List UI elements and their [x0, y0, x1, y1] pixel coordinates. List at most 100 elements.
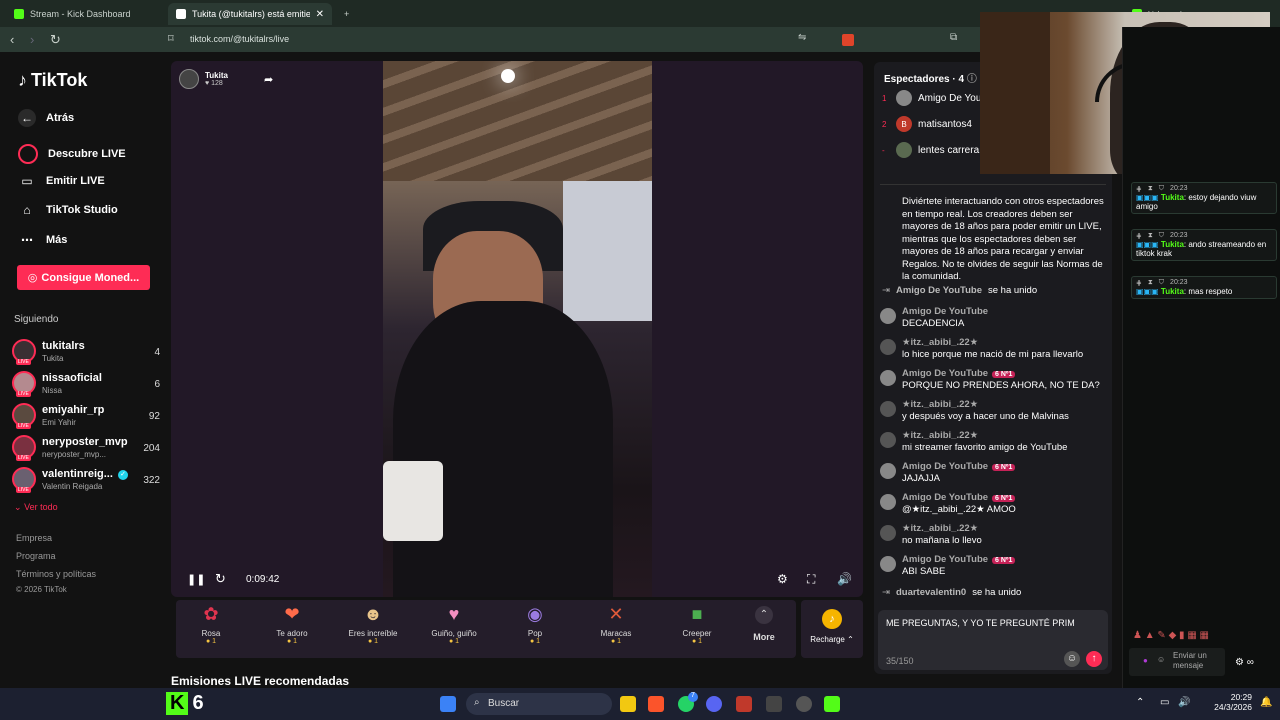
app-icon[interactable] [766, 696, 782, 712]
viewer-item[interactable]: 1 Amigo De YouT [882, 88, 988, 108]
taskbar-search[interactable]: ⌕ Buscar [466, 693, 612, 715]
gift-creeper[interactable]: ■ Creeper ● 1 [662, 604, 732, 645]
extensions-icon[interactable]: ⧉ [950, 32, 957, 43]
settings-icon[interactable]: ⚙ ∞ [1235, 657, 1254, 668]
live-video-player[interactable]: Tukita ♥ 128 ➦ ❚❚ ↻ 0:09:42 ⚙ ⛶ 🔊 [171, 61, 863, 597]
chat-user[interactable]: duartevalentin0 [896, 587, 966, 598]
close-tab-icon[interactable]: ✕ [316, 9, 324, 20]
kick-username[interactable]: Tukita [1161, 193, 1184, 202]
chevron-up-icon[interactable]: ⌃ [1136, 697, 1144, 708]
more-gifts-button[interactable]: ⌃ More [732, 604, 796, 642]
brave-shield-icon[interactable] [842, 34, 854, 46]
kick-username[interactable]: Tukita [1161, 287, 1184, 296]
url-field[interactable]: tiktok.com/@tukitalrs/live [190, 34, 289, 44]
obs-icon[interactable] [824, 696, 840, 712]
reload-icon[interactable]: ↻ [50, 32, 61, 48]
volume-icon[interactable]: 🔊 [1178, 697, 1190, 708]
chat-user[interactable]: Amigo De YouTube [896, 285, 982, 296]
copyright: © 2026 TikTok [16, 585, 67, 594]
info-icon[interactable]: ⓘ [967, 74, 977, 85]
chat-user[interactable]: Amigo De YouTube [902, 306, 988, 317]
following-item[interactable]: LIVE emiyahir_rp Emi Yahir 92 [12, 403, 162, 431]
get-coins-button[interactable]: ◎ Consigue Moned... [17, 265, 150, 290]
viewer-count: 4 [154, 347, 160, 358]
windows-start-icon[interactable] [440, 696, 456, 712]
streamer-info[interactable]: Tukita ♥ 128 ➦ [179, 69, 273, 89]
gift-cost: ● 1 [691, 638, 703, 645]
kick-message-input[interactable]: ● ☺ Enviar un mensaje [1129, 648, 1225, 676]
notification-icon[interactable]: 🔔 [1260, 697, 1272, 708]
plus-icon: + [344, 9, 350, 19]
gift-rosa[interactable]: ✿ Rosa ● 1 [176, 604, 246, 645]
chat-input-field[interactable]: ME PREGUNTAS, Y YO TE PREGUNTÉ PRIM [886, 618, 1075, 628]
nav-emitir-live[interactable]: ▭ Emitir LIVE [18, 174, 104, 188]
chat-user[interactable]: ★itz._abibi_.22★ [902, 337, 978, 348]
clock[interactable]: 20:29 24/3/2026 [1208, 692, 1252, 712]
emoji-icon[interactable]: ☺ [1064, 651, 1080, 667]
footer-link-terms[interactable]: Términos y políticas [16, 569, 96, 579]
pause-icon[interactable]: ❚❚ [187, 573, 205, 586]
bookmark-icon[interactable]: ⌑ [168, 32, 174, 45]
settings-icon[interactable]: ⚙ [777, 572, 788, 586]
gift-maracas[interactable]: ✕ Maracas ● 1 [581, 604, 651, 645]
brave-icon[interactable] [648, 696, 664, 712]
join-text: se ha unido [988, 285, 1038, 296]
forward-icon[interactable]: › [30, 32, 34, 47]
gift-te-adoro[interactable]: ❤ Te adoro ● 1 [257, 604, 327, 645]
chat-input-box[interactable]: ME PREGUNTAS, Y YO TE PREGUNTÉ PRIM 35/1… [878, 610, 1108, 670]
send-icon[interactable]: ↑ [1086, 651, 1102, 667]
footer-link-programa[interactable]: Programa [16, 551, 56, 561]
see-all-link[interactable]: ⌄ Ver todo [14, 502, 58, 513]
following-item[interactable]: LIVE valentinreig... ✓ Valentin Reigada … [12, 467, 162, 495]
tiktok-logo[interactable]: ♪ TikTok [18, 70, 87, 91]
share-icon[interactable]: ➦ [264, 73, 273, 86]
chat-user[interactable]: Amigo De YouTube [902, 554, 988, 565]
following-item[interactable]: LIVE neryposter_mvp neryposter_mvp... 20… [12, 435, 162, 463]
volume-icon[interactable]: 🔊 [837, 572, 852, 586]
chat-user[interactable]: Amigo De YouTube [902, 461, 988, 472]
app-icon[interactable] [736, 696, 752, 712]
chat-user[interactable]: ★itz._abibi_.22★ [902, 430, 978, 441]
nav-descubre-live[interactable]: Descubre LIVE [18, 144, 126, 164]
kick-username[interactable]: Tukita [1161, 240, 1184, 249]
viewer-item[interactable]: - lentes carrera [882, 140, 979, 160]
following-item[interactable]: LIVE nissaoficial Nissa 6 [12, 371, 162, 399]
steam-icon[interactable] [796, 696, 812, 712]
tab-kick-dashboard[interactable]: Stream - Kick Dashboard [6, 3, 166, 25]
viewer-item[interactable]: 2 Bmatisantos4 [882, 114, 972, 134]
discord-icon[interactable] [706, 696, 722, 712]
chat-user[interactable]: ★itz._abibi_.22★ [902, 523, 978, 534]
chat-user[interactable]: ★itz._abibi_.22★ [902, 399, 978, 410]
gift-cost: ● 1 [529, 638, 541, 645]
chevron-up-icon: ⌃ [847, 635, 854, 644]
pin-icon: ⋕ [1136, 186, 1142, 193]
network-icon[interactable]: ▭ [1160, 697, 1169, 708]
chat-user[interactable]: Amigo De YouTube [902, 492, 988, 503]
chat-user[interactable]: Amigo De YouTube [902, 368, 988, 379]
recharge-button[interactable]: ♪ Recharge ⌃ [801, 600, 863, 658]
gift-cost-value: 1 [698, 638, 703, 645]
clock-time: 20:29 [1230, 692, 1252, 702]
community-info-text: Diviértete interactuando con otros espec… [902, 196, 1104, 282]
tab-tiktok-live[interactable]: Tukita (@tukitalrs) está emitie ✕ [168, 3, 332, 25]
search-icon: ⌕ [474, 697, 480, 708]
refresh-icon[interactable]: ↻ [215, 571, 226, 587]
footer-link-empresa[interactable]: Empresa [16, 533, 52, 543]
coin-icon: ♪ [822, 609, 842, 629]
emote-strip[interactable]: ♟ ▲ ✎ ◆ ▮ ▦ ▦ [1133, 630, 1273, 641]
file-explorer-icon[interactable] [620, 696, 636, 712]
following-item[interactable]: LIVE tukitalrs Tukita 4 [12, 339, 162, 367]
translate-icon[interactable]: ⇋ [798, 32, 806, 43]
back-icon[interactable]: ‹ [10, 32, 14, 47]
nav-mas[interactable]: ⋯ Más [18, 233, 67, 247]
fullscreen-icon[interactable]: ⛶ [807, 572, 815, 587]
gift-pop[interactable]: ◉ Pop ● 1 [500, 604, 570, 645]
back-button[interactable]: ← Atrás [18, 109, 74, 127]
new-tab-button[interactable]: + [336, 3, 357, 25]
viewer-name: matisantos4 [918, 118, 972, 130]
nav-tiktok-studio[interactable]: ⌂ TikTok Studio [18, 203, 117, 217]
gift-guino[interactable]: ♥ Guiño, guiño ● 1 [419, 604, 489, 645]
gift-eres-increible[interactable]: ☻ Eres increíble ● 1 [338, 604, 408, 645]
message-meta: ⋕ ⧗ ⛉ 20:23 [1136, 279, 1272, 287]
gift-cost: ● 1 [610, 638, 622, 645]
